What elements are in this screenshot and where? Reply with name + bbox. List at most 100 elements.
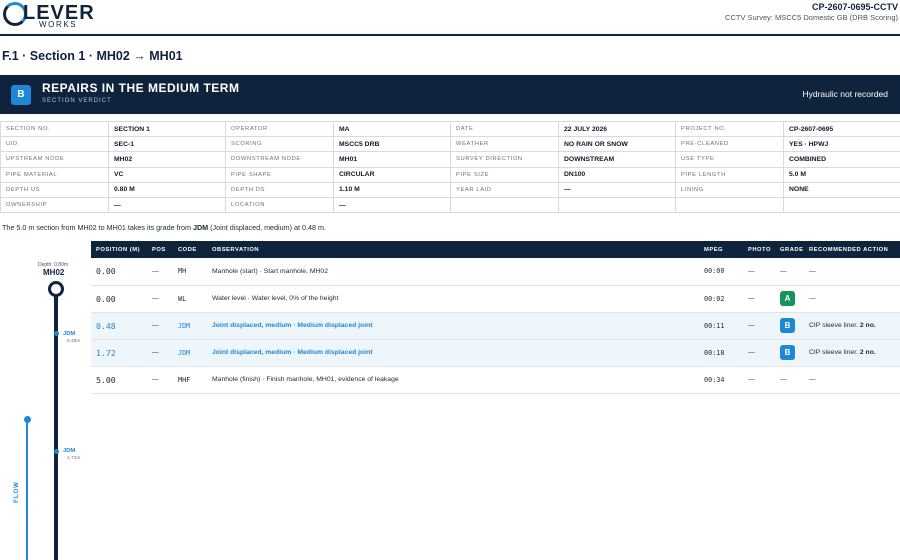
recommended-action-cell: — xyxy=(804,366,900,394)
photo-cell[interactable]: — xyxy=(743,339,775,367)
position-cell: 0.00 xyxy=(91,258,147,286)
metadata-key: SURVEY DIRECTION xyxy=(450,151,559,168)
grade-cell: — xyxy=(775,258,804,286)
metadata-key: USE TYPE xyxy=(675,151,784,168)
metadata-value: DN100 xyxy=(558,166,676,183)
code-cell: JDM xyxy=(173,339,207,367)
photo-cell[interactable]: — xyxy=(743,366,775,394)
metadata-value: 1.10 M xyxy=(333,181,451,198)
grade-cell: A xyxy=(775,285,804,313)
metadata-value: — xyxy=(108,196,226,214)
mpeg-cell[interactable]: 00:34 xyxy=(699,366,743,394)
metadata-key: PRE-CLEANED xyxy=(675,136,784,153)
recommended-action-cell: CIP sleeve liner. 2 no. xyxy=(804,312,900,340)
mpeg-cell[interactable]: 00:00 xyxy=(699,258,743,286)
defect-marker[interactable] xyxy=(53,331,59,336)
metadata-key: PIPE SIZE xyxy=(450,166,559,183)
action-quantity: 2 no. xyxy=(859,322,876,329)
clock-position-cell: — xyxy=(147,366,173,394)
metadata-key xyxy=(675,196,784,214)
mpeg-cell[interactable]: 00:18 xyxy=(699,339,743,367)
clock-position-cell: — xyxy=(147,285,173,313)
metadata-key: LINING xyxy=(675,181,784,198)
column-header[interactable]: GRADE xyxy=(775,241,804,258)
metadata-key: PIPE SHAPE xyxy=(225,166,334,183)
grade-badge: B xyxy=(780,318,795,333)
hydraulic-status: Hydraulic not recorded xyxy=(802,89,888,99)
observation-row[interactable]: 0.00— WL Water level · Water level, 0% of … xyxy=(91,285,900,313)
observation-row[interactable]: 0.00— MH Manhole (start) · Start manhole, … xyxy=(91,258,900,286)
observation-cell: Manhole (finish) · Finish manhole, MH01,… xyxy=(207,366,699,394)
action-text: CIP sleeve liner. xyxy=(809,322,860,329)
column-header[interactable]: POSITION (M) xyxy=(91,241,147,258)
metadata-row: UPSTREAM NODE MH02 DOWNSTREAM NODE MH01 SURV… xyxy=(0,151,900,168)
verdict-grade-badge: B xyxy=(11,85,31,105)
mpeg-cell[interactable]: 00:02 xyxy=(699,285,743,313)
metadata-key: LOCATION xyxy=(225,196,334,214)
start-node-label: MH02 xyxy=(43,268,65,277)
metadata-value: COMBINED xyxy=(783,151,900,168)
metadata-value: MSCC5 DRB xyxy=(333,136,451,153)
pipe-diagram: Depth: 0.80m MH02 FLOW JDM 0.48m JDM 1.7… xyxy=(0,241,90,560)
metadata-key: DATE xyxy=(450,120,559,138)
defect-code: JDM xyxy=(63,331,76,337)
observation-cell: Joint displaced, medium · Medium displac… xyxy=(207,339,699,367)
metadata-key: DEPTH DS xyxy=(225,181,334,198)
grade-cell: B xyxy=(775,339,804,367)
mpeg-cell[interactable]: 00:11 xyxy=(699,312,743,340)
flow-label: FLOW xyxy=(14,481,20,503)
column-header[interactable]: PHOTO xyxy=(743,241,775,258)
grade-cell: — xyxy=(775,366,804,394)
metadata-row: OWNERSHIP — LOCATION — xyxy=(0,196,900,214)
column-header[interactable]: MPEG xyxy=(699,241,743,258)
grade-badge: B xyxy=(780,345,795,360)
metadata-key: UID xyxy=(0,136,109,153)
position-cell: 0.00 xyxy=(91,285,147,313)
metadata-value: SEC-1 xyxy=(108,136,226,153)
metadata-value: SECTION 1 xyxy=(108,120,226,138)
metadata-value: 0.80 M xyxy=(108,181,226,198)
column-header[interactable]: RECOMMENDED ACTION xyxy=(804,241,900,258)
metadata-key: WEATHER xyxy=(450,136,559,153)
metadata-value xyxy=(558,196,676,214)
report-header: LEVER WORKS CP-2607-0695-CCTV CCTV Surve… xyxy=(0,0,900,36)
metadata-value: MA xyxy=(333,120,451,138)
column-header[interactable]: POS xyxy=(147,241,173,258)
observation-row[interactable]: 1.72 — JDM Joint displaced, medium · Medium… xyxy=(91,339,900,367)
metadata-value xyxy=(783,196,900,214)
section-verdict-banner: B REPAIRS IN THE MEDIUM TERM SECTION VER… xyxy=(0,75,900,114)
defect-marker[interactable] xyxy=(53,449,59,454)
code-cell: MH xyxy=(173,258,207,286)
metadata-row: DEPTH US 0.80 M DEPTH DS 1.10 M YEAR LAID — LI… xyxy=(0,181,900,198)
code-cell: WL xyxy=(173,285,207,313)
metadata-value: 22 JULY 2026 xyxy=(558,120,676,138)
metadata-key: SECTION NO. xyxy=(0,120,109,138)
column-header[interactable]: CODE xyxy=(173,241,207,258)
recommended-action-cell: — xyxy=(804,285,900,313)
observation-row[interactable]: 5.00— MHF Manhole (finish) · Finish manhol… xyxy=(91,366,900,394)
metadata-value: 5.0 M xyxy=(783,166,900,183)
position-cell: 1.72 xyxy=(91,339,147,367)
metadata-key: PIPE MATERIAL xyxy=(0,166,109,183)
metadata-key: PROJECT NO. xyxy=(675,120,784,138)
observation-row[interactable]: 0.48— JDM Joint displaced, medium · Medium… xyxy=(91,312,900,340)
metadata-value: VC xyxy=(108,166,226,183)
clock-position-cell: — xyxy=(147,258,173,286)
photo-cell[interactable]: — xyxy=(743,258,775,286)
metadata-value: CP-2607-0695 xyxy=(783,120,900,138)
summary-prefix: The 5.0 m section from MH02 to MH01 take… xyxy=(2,223,193,232)
clock-position-cell: — xyxy=(147,312,173,340)
metadata-key: OWNERSHIP xyxy=(0,196,109,214)
photo-cell[interactable]: — xyxy=(743,312,775,340)
metadata-value: — xyxy=(558,181,676,198)
manhole-icon xyxy=(48,281,64,297)
project-code: CP-2607-0695-CCTV xyxy=(811,2,898,12)
column-header[interactable]: OBSERVATION xyxy=(207,241,699,258)
summary-code: JDM xyxy=(192,223,209,232)
logo-subtext: WORKS xyxy=(39,20,78,29)
photo-cell[interactable]: — xyxy=(743,285,775,313)
clever-works-logo: LEVER WORKS xyxy=(3,2,113,30)
verdict-subtitle: SECTION VERDICT xyxy=(42,98,112,104)
observation-cell: Joint displaced, medium · Medium displac… xyxy=(207,312,699,340)
metadata-row: SECTION NO. SECTION 1 OPERATOR MA DATE 22 JUL… xyxy=(0,120,900,138)
